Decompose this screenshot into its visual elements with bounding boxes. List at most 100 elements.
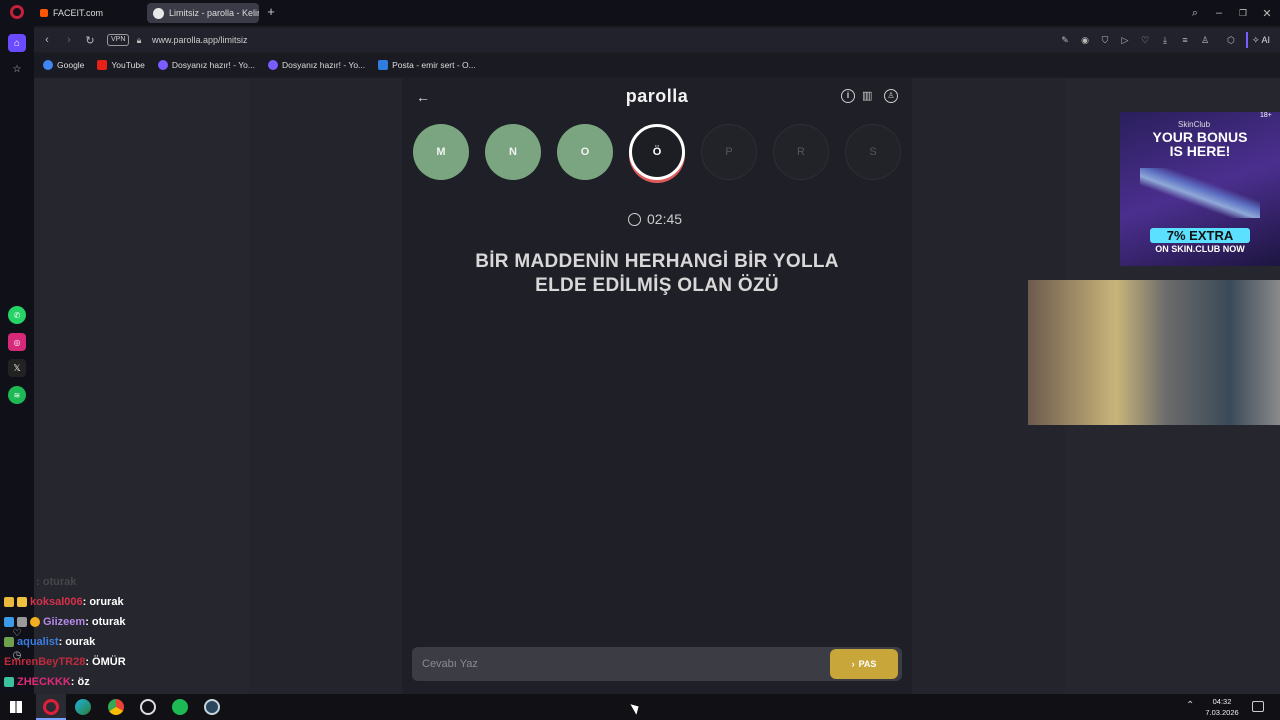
edge-taskbar-icon[interactable]	[75, 699, 91, 715]
home-icon[interactable]: ⌂	[8, 34, 26, 52]
webcam-overlay	[1028, 280, 1280, 425]
tab-label: FACEIT.com	[53, 8, 104, 18]
forward-icon[interactable]: ›	[62, 33, 76, 47]
bookmark-label: Posta - emir sert - O...	[392, 60, 476, 70]
answer-input[interactable]	[422, 647, 822, 681]
bookmark-dosya-2[interactable]: Dosyanız hazır! - Yo...	[267, 60, 365, 70]
vpn-badge[interactable]: VPN	[107, 34, 130, 46]
pass-label: PAS	[858, 659, 877, 669]
chat-user: EmrenBeyTR28	[4, 656, 86, 668]
crown-icon	[17, 597, 27, 607]
tab-label: Limitsiz - parolla - Kelime	[169, 8, 259, 18]
chat-badge-icon	[4, 637, 14, 647]
windows-start-icon[interactable]	[10, 701, 22, 713]
clock-time: 04:32	[1212, 697, 1232, 706]
app-taskbar-icon[interactable]	[140, 699, 156, 715]
mouse-cursor-icon	[630, 701, 642, 715]
timer: 02:45	[628, 211, 682, 227]
answer-bar: › PAS	[412, 647, 902, 681]
info-icon[interactable]: i	[841, 89, 855, 103]
url-field[interactable]: www.parolla.app/limitsiz	[152, 31, 1192, 49]
faceit-icon	[40, 9, 48, 17]
tray-chevron-icon[interactable]: ⌃	[1186, 700, 1194, 711]
profile-icon[interactable]: ♙	[1198, 33, 1212, 47]
search-tabs-icon[interactable]: ⌕	[1188, 6, 1202, 20]
coin-icon	[30, 617, 40, 627]
app-title: parolla	[625, 86, 689, 106]
chevron-right-icon: ›	[851, 659, 855, 669]
chat-user: Giizeem	[43, 616, 86, 628]
spotify-icon[interactable]: ≋	[8, 386, 26, 404]
letter-circle-6: R	[773, 124, 829, 180]
chat-line: ZHECKKK : öz	[4, 676, 90, 688]
download-icon[interactable]: ⤓	[1158, 33, 1172, 47]
stats-icon[interactable]: ▥	[862, 89, 876, 103]
notifications-icon[interactable]	[1252, 701, 1264, 712]
camera-icon[interactable]: ◉	[1078, 33, 1092, 47]
chat-message: : ourak	[58, 636, 96, 648]
ad-headline-2: IS HERE!	[1169, 143, 1231, 159]
extensions-icon[interactable]: ⬡	[1224, 33, 1238, 47]
spotify-taskbar-icon[interactable]	[172, 699, 188, 715]
letter-circle-2: N	[485, 124, 541, 180]
chat-user: ZHECKKK	[17, 676, 71, 688]
chat-user: koksal006	[30, 596, 83, 608]
ad-age: 18+	[1260, 112, 1272, 119]
menu-icon[interactable]: ≡	[1178, 33, 1192, 47]
reload-icon[interactable]: ↻	[83, 33, 97, 47]
x-icon[interactable]: 𝕏	[8, 359, 26, 377]
tab-bar: FACEIT.com Limitsiz - parolla - Kelime +…	[0, 0, 1280, 26]
lock-icon: 🔒︎	[136, 34, 142, 45]
aria-ai-button[interactable]: ✧ AI	[1246, 32, 1274, 48]
pass-button[interactable]: › PAS	[830, 649, 898, 679]
clock-date: 7.03.2026	[1205, 708, 1239, 717]
letter-circle-7: S	[845, 124, 901, 180]
steam-taskbar-icon[interactable]	[204, 699, 220, 715]
bookmarks-bar: Google YouTube Dosyanız hazır! - Yo... D…	[34, 54, 1280, 76]
close-icon[interactable]: ✕	[1260, 6, 1274, 20]
new-tab-button[interactable]: +	[264, 5, 278, 19]
chat-badge-icon	[17, 617, 27, 627]
restore-icon[interactable]: ❐	[1236, 6, 1250, 20]
skinclub-ad[interactable]: SkinClub 18+ YOUR BONUS IS HERE! 7% EXTR…	[1120, 112, 1280, 266]
minimize-icon[interactable]: –	[1212, 6, 1226, 20]
rifle-graphic-icon	[1140, 168, 1260, 218]
instagram-icon[interactable]: ◎	[8, 333, 26, 351]
chat-line: aqualist : ourak	[4, 636, 95, 648]
tab-parolla[interactable]: Limitsiz - parolla - Kelime	[147, 3, 259, 23]
chat-message: : oturak	[36, 576, 77, 588]
ai-label: AI	[1261, 35, 1271, 45]
letter-circle-5: P	[701, 124, 757, 180]
windows-taskbar: ⌃ 04:32 7.03.2026	[0, 694, 1280, 720]
opera-taskbar-icon[interactable]	[43, 699, 59, 715]
chat-line: : oturak	[36, 576, 76, 588]
bookmark-youtube[interactable]: YouTube	[97, 60, 145, 70]
question-line-1: BİR MADDENİN HERHANGİ BİR YOLLA	[475, 251, 839, 272]
bookmark-posta[interactable]: Posta - emir sert - O...	[378, 60, 476, 70]
chat-message: : oturak	[85, 616, 126, 628]
bookmark-dosya-1[interactable]: Dosyanız hazır! - Yo...	[157, 60, 255, 70]
bookmark-label: Dosyanız hazır! - Yo...	[171, 60, 255, 70]
clock[interactable]: 04:32 7.03.2026	[1200, 696, 1244, 718]
opera-logo-icon[interactable]	[10, 5, 24, 19]
chat-badge-icon	[4, 677, 14, 687]
whatsapp-icon[interactable]: ✆	[8, 306, 26, 324]
clock-icon	[628, 212, 641, 226]
bookmark-label: Google	[57, 60, 85, 70]
url-text: www.parolla.app/limitsiz	[152, 35, 248, 45]
play-icon[interactable]: ▷	[1118, 33, 1132, 47]
back-icon[interactable]: ‹	[40, 33, 54, 47]
shield-icon[interactable]: ⛉	[1098, 33, 1112, 47]
ad-offer: 7% EXTRA	[1150, 228, 1250, 243]
tab-faceit[interactable]: FACEIT.com	[34, 3, 144, 23]
heart-icon[interactable]: ♡	[1138, 33, 1152, 47]
user-icon[interactable]: ♙	[884, 89, 898, 103]
chrome-taskbar-icon[interactable]	[108, 699, 124, 715]
chat-user: aqualist	[17, 636, 59, 648]
edit-icon[interactable]: ✎	[1058, 33, 1072, 47]
star-icon[interactable]: ☆	[8, 60, 26, 78]
bookmark-google[interactable]: Google	[43, 60, 84, 70]
back-arrow-icon[interactable]: ←	[416, 89, 430, 105]
chat-message: : orurak	[82, 596, 124, 608]
youtube-icon	[97, 60, 108, 70]
